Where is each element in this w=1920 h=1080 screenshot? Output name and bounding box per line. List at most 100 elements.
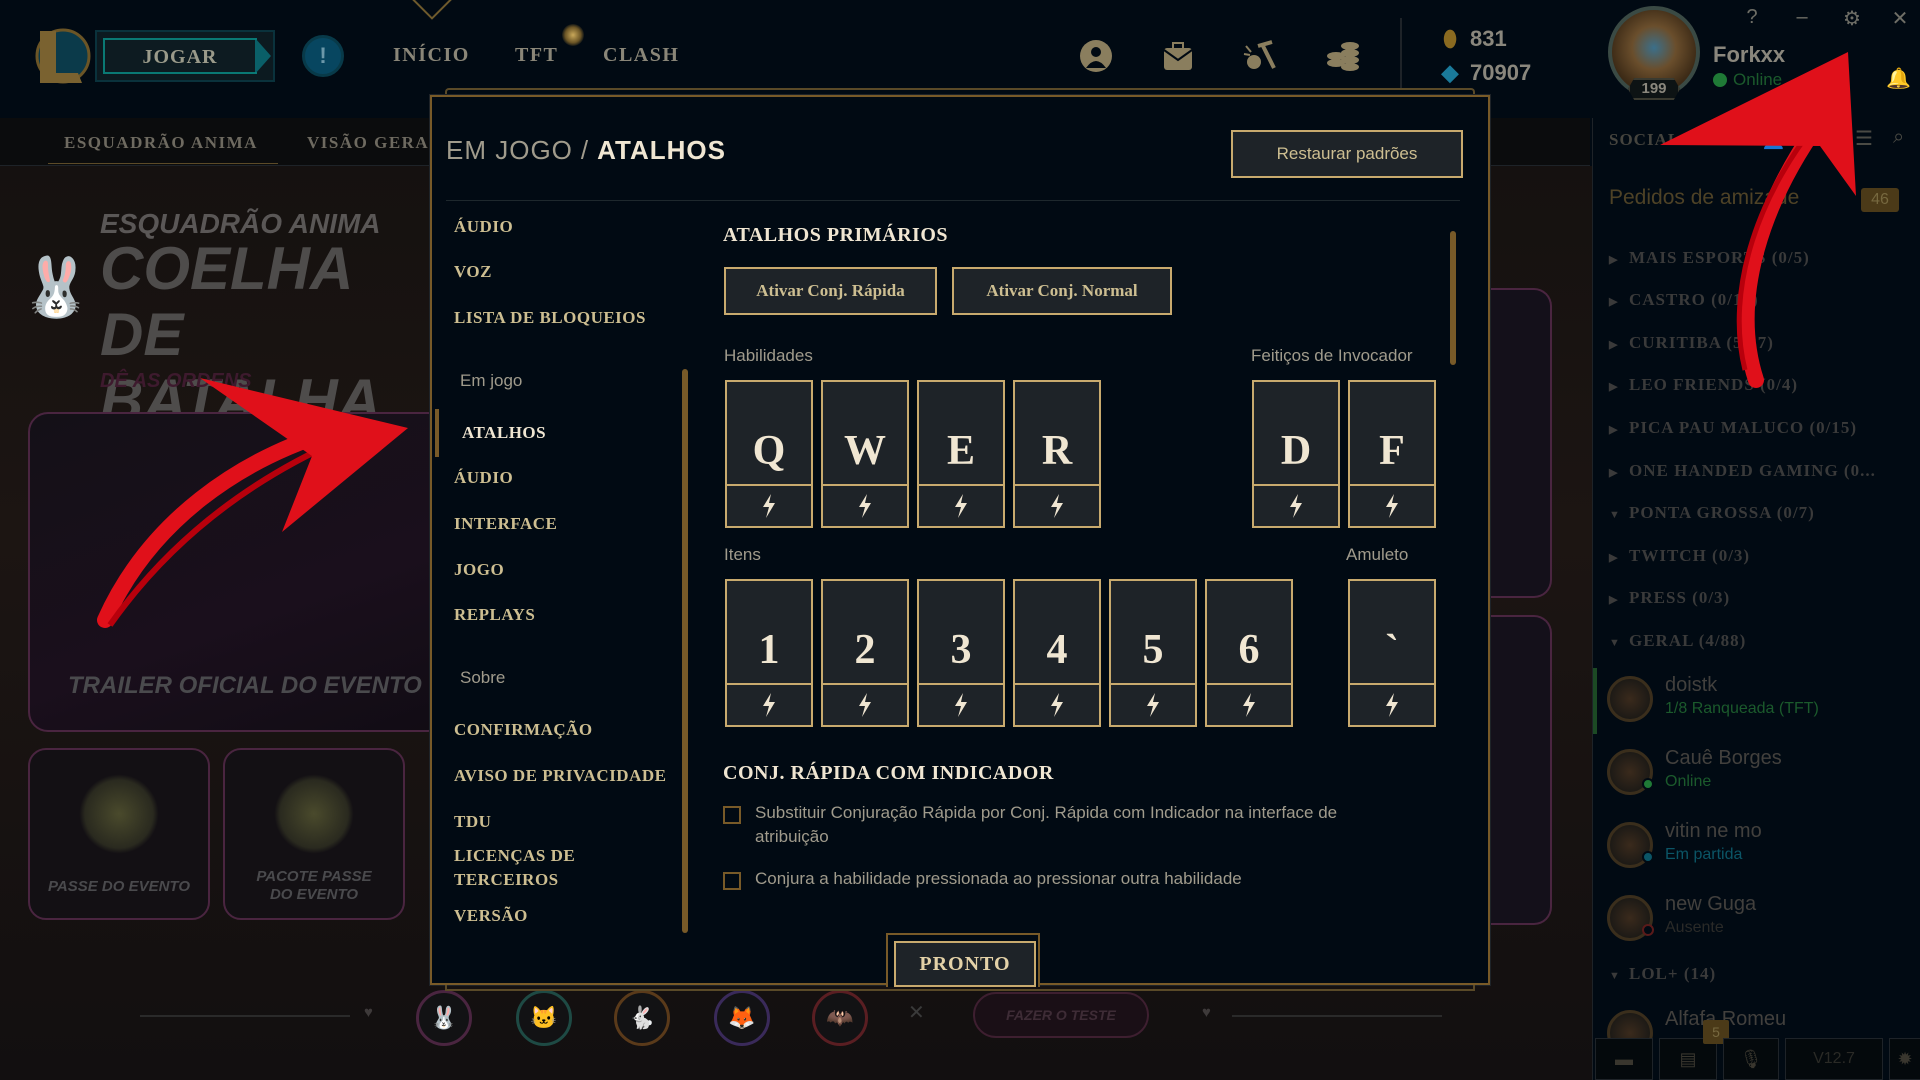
quick-cast-bolt-icon[interactable] xyxy=(919,486,1003,526)
hotkey-item-3[interactable]: 3 xyxy=(917,579,1005,727)
close-icon[interactable]: ✕ xyxy=(1888,6,1912,31)
bug-report-icon[interactable]: ✹ xyxy=(1889,1038,1920,1080)
quick-cast-bolt-icon[interactable] xyxy=(727,685,811,725)
settings-nav-game[interactable]: JOGO xyxy=(454,558,504,582)
friend-group[interactable]: ▼ LOL+ (14) xyxy=(1609,964,1716,984)
quick-cast-bolt-icon[interactable] xyxy=(823,685,907,725)
friend-group[interactable]: ▶ CASTRO (0/14) xyxy=(1609,290,1759,310)
squad-rabbit-button[interactable]: 🐇 xyxy=(614,990,670,1046)
voice-mic-icon[interactable]: 🎙 xyxy=(1723,1038,1779,1080)
squad-fox-button[interactable]: 🦊 xyxy=(714,990,770,1046)
riot-points-display[interactable]: ◆ 70907 xyxy=(1440,60,1532,86)
hotkey-trinket[interactable]: ` xyxy=(1348,579,1436,727)
hotkey-ability-r[interactable]: R xyxy=(1013,380,1101,528)
nav-home[interactable]: INÍCIO xyxy=(393,44,470,67)
friend-group[interactable]: ▼ PONTA GROSSA (0/7) xyxy=(1609,503,1815,523)
subnav-overview[interactable]: VISÃO GERA xyxy=(307,133,429,153)
settings-nav-tos[interactable]: TDU xyxy=(454,810,491,834)
store-icon[interactable] xyxy=(1322,38,1362,74)
take-quiz-button[interactable]: FAZER O TESTE xyxy=(973,992,1149,1038)
hotkey-ability-w[interactable]: W xyxy=(821,380,909,528)
hotkey-ability-e[interactable]: E xyxy=(917,380,1005,528)
nav-clash[interactable]: CLASH xyxy=(603,44,679,67)
subnav-anima-squad[interactable]: ESQUADRÃO ANIMA xyxy=(64,133,258,153)
hotkey-item-4[interactable]: 4 xyxy=(1013,579,1101,727)
friend-requests-label[interactable]: Pedidos de amizade xyxy=(1609,186,1799,210)
hotkey-item-5[interactable]: 5 xyxy=(1109,579,1197,727)
settings-nav-verification[interactable]: CONFIRMAÇÃO xyxy=(454,718,593,742)
quick-cast-bolt-icon[interactable] xyxy=(823,486,907,526)
friend-group[interactable]: ▶ PICA PAU MALUCO (0/15) xyxy=(1609,418,1857,438)
squad-bat-button[interactable]: 🦇 xyxy=(812,990,868,1046)
missions-icon[interactable]: ▤ xyxy=(1659,1038,1717,1080)
friend-list-item[interactable]: doistk 1/8 Ranqueada (TFT) xyxy=(1607,670,1907,730)
settings-nav-scrollbar[interactable] xyxy=(682,369,688,933)
friend-list-item[interactable]: new Guga Ausente xyxy=(1607,889,1907,949)
chat-icon[interactable]: ▬ xyxy=(1595,1038,1653,1080)
settings-nav-voice[interactable]: VOZ xyxy=(454,260,492,284)
settings-nav-audio[interactable]: ÁUDIO xyxy=(454,215,513,239)
settings-nav-third-party-licenses[interactable]: LICENÇAS DE TERCEIROS xyxy=(454,844,604,892)
quick-cast-bolt-icon[interactable] xyxy=(1254,486,1338,526)
quick-cast-bolt-icon[interactable] xyxy=(1111,685,1195,725)
quick-cast-bolt-icon[interactable] xyxy=(1207,685,1291,725)
settings-nav-replays[interactable]: REPLAYS xyxy=(454,603,535,627)
list-view-icon[interactable]: ☰ xyxy=(1855,126,1873,151)
enable-normal-cast-button[interactable]: Ativar Conj. Normal xyxy=(952,267,1172,315)
settings-nav-ingame-audio[interactable]: ÁUDIO xyxy=(454,466,513,490)
settings-nav-version[interactable]: VERSÃO xyxy=(454,904,528,928)
play-button[interactable]: JOGAR xyxy=(95,30,275,82)
settings-nav-privacy-notice[interactable]: AVISO DE PRIVACIDADE xyxy=(454,764,666,788)
hotkey-summoner-d[interactable]: D xyxy=(1252,380,1340,528)
crafting-icon[interactable] xyxy=(1240,38,1280,74)
restore-defaults-button[interactable]: Restaurar padrões xyxy=(1231,130,1463,178)
done-button[interactable]: PRONTO xyxy=(894,941,1036,987)
quick-cast-bolt-icon[interactable] xyxy=(1350,486,1434,526)
notifications-bell-icon[interactable]: 🔔 xyxy=(1886,66,1911,91)
blue-essence-display[interactable]: ⬮ 831 xyxy=(1440,26,1507,52)
content-scrollbar[interactable] xyxy=(1450,231,1456,365)
settings-nav-block-list[interactable]: LISTA DE BLOQUEIOS xyxy=(454,306,646,330)
squad-bunny-button[interactable]: 🐰 xyxy=(416,990,472,1046)
friend-group[interactable]: ▶ CURITIBA (5/37) xyxy=(1609,333,1774,353)
summoner-status[interactable]: Online xyxy=(1713,70,1782,90)
enable-quick-cast-button[interactable]: Ativar Conj. Rápida xyxy=(724,267,937,315)
friend-group[interactable]: ▶ LEO FRIENDS (0/4) xyxy=(1609,375,1798,395)
friend-group[interactable]: ▶ MAIS ESPORTS (0/5) xyxy=(1609,248,1810,268)
friend-list-item[interactable]: Cauê Borges Online xyxy=(1607,743,1907,803)
event-pass-card[interactable]: PASSE DO EVENTO xyxy=(28,748,210,920)
quick-cast-bolt-icon[interactable] xyxy=(1015,486,1099,526)
hotkey-item-2[interactable]: 2 xyxy=(821,579,909,727)
friend-group[interactable]: ▶ TWITCH (0/3) xyxy=(1609,546,1750,566)
add-friend-icon[interactable]: 👤 xyxy=(1761,126,1786,151)
event-pass-bundle-card[interactable]: PACOTE PASSE DO EVENTO xyxy=(223,748,405,920)
settings-nav-hotkeys[interactable]: ATALHOS xyxy=(462,421,546,445)
friend-group[interactable]: ▶ ONE HANDED GAMING (0... xyxy=(1609,461,1876,481)
quick-cast-bolt-icon[interactable] xyxy=(727,486,811,526)
friend-list-item[interactable]: vitin ne mo Em partida xyxy=(1607,816,1907,876)
hotkey-item-6[interactable]: 6 xyxy=(1205,579,1293,727)
friend-group[interactable]: ▶ PRESS (0/3) xyxy=(1609,588,1730,608)
hotkey-ability-q[interactable]: Q xyxy=(725,380,813,528)
quick-cast-bolt-icon[interactable] xyxy=(919,685,1003,725)
quick-cast-bolt-icon[interactable] xyxy=(1015,685,1099,725)
league-logo-icon[interactable] xyxy=(30,25,92,87)
inventory-icon[interactable] xyxy=(1158,38,1198,74)
minimize-icon[interactable]: – xyxy=(1790,6,1814,29)
quick-cast-bolt-icon[interactable] xyxy=(1350,685,1434,725)
friend-group[interactable]: ▼ GERAL (4/88) xyxy=(1609,631,1746,651)
hotkey-item-1[interactable]: 1 xyxy=(725,579,813,727)
settings-nav-interface[interactable]: INTERFACE xyxy=(454,512,557,536)
alert-icon[interactable]: ! xyxy=(302,35,344,77)
checkbox-replace-quick-cast[interactable] xyxy=(723,806,741,824)
friend-avatar xyxy=(1607,749,1654,795)
profile-icon[interactable] xyxy=(1076,38,1116,74)
checkbox-cast-on-other-ability[interactable] xyxy=(723,872,741,890)
friend-avatar xyxy=(1607,676,1653,722)
nav-tft[interactable]: TFT xyxy=(515,44,558,67)
search-icon[interactable]: ⌕ xyxy=(1893,126,1904,149)
settings-gear-icon[interactable]: ⚙ xyxy=(1840,6,1864,31)
hotkey-summoner-f[interactable]: F xyxy=(1348,380,1436,528)
squad-cat-button[interactable]: 🐱 xyxy=(516,990,572,1046)
help-icon[interactable]: ? xyxy=(1740,6,1764,29)
